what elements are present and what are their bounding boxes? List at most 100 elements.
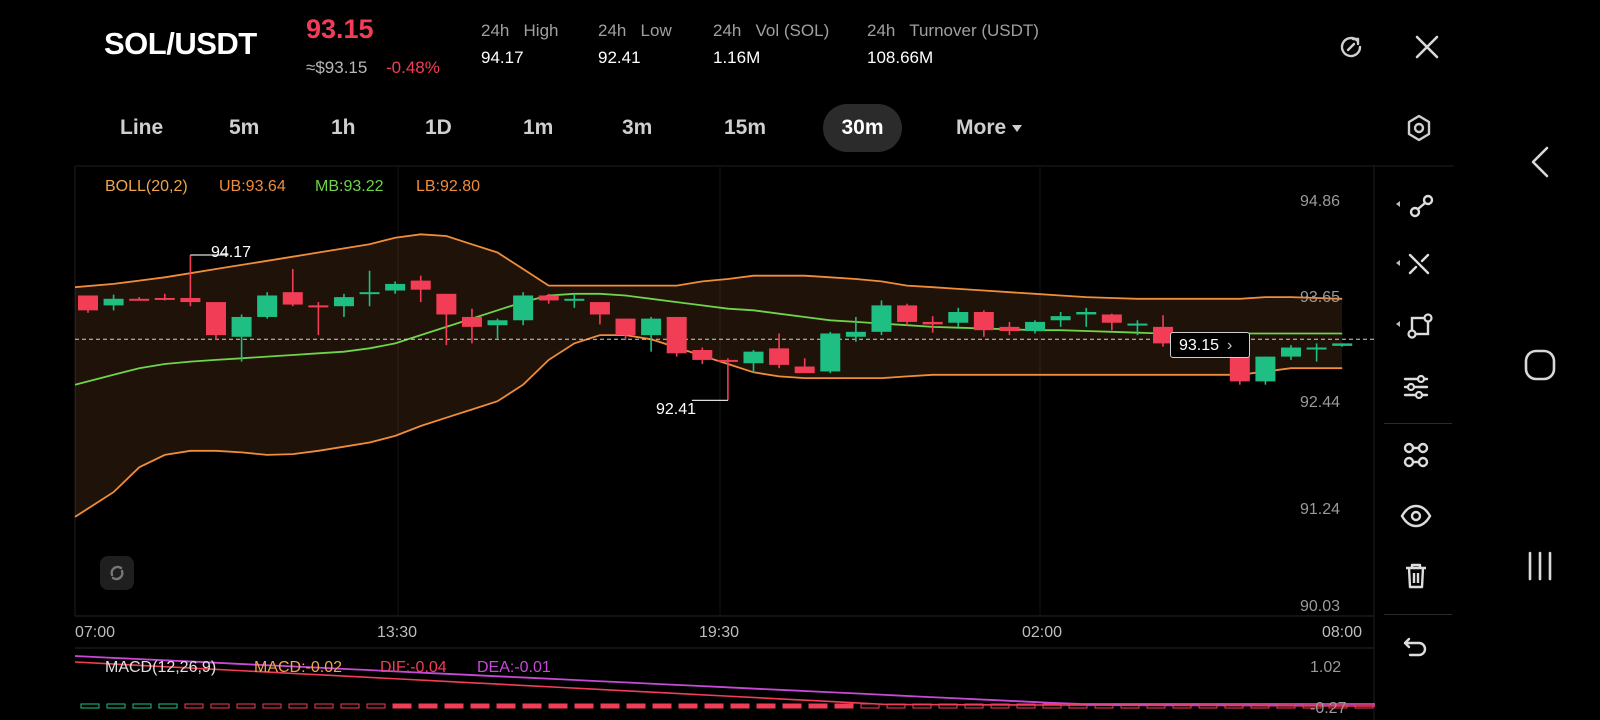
candle-body [308, 305, 329, 308]
macd-histogram-bar [288, 703, 308, 709]
x-tick: 02:00 [1022, 624, 1063, 641]
tab-5m[interactable]: 5m [213, 104, 275, 152]
chart-logo-icon[interactable] [100, 556, 134, 590]
chevron-right-icon: › [1227, 337, 1233, 354]
macd-histogram-bar [496, 703, 516, 709]
high-marker-label: 94.17 [211, 244, 252, 261]
candle-body [820, 333, 841, 372]
system-nav-bar [1480, 0, 1600, 720]
back-icon[interactable] [1480, 132, 1600, 192]
macd-histogram-bar [80, 703, 100, 709]
macd-histogram-bar [106, 703, 126, 709]
home-icon[interactable] [1480, 335, 1600, 395]
line-tool-icon[interactable] [1376, 178, 1456, 234]
tab-15m[interactable]: 15m [708, 104, 782, 152]
macd-histogram-bar [782, 703, 802, 709]
undo-icon[interactable] [1376, 619, 1456, 675]
shape-tool-icon[interactable] [1376, 298, 1456, 354]
candle-body [410, 280, 431, 290]
candle-body [999, 326, 1020, 331]
sliders-icon[interactable] [1376, 359, 1456, 415]
refresh-icon[interactable] [1336, 32, 1366, 62]
close-icon[interactable] [1412, 32, 1442, 62]
y-tick: 92.44 [1300, 394, 1341, 411]
tab-1d[interactable]: 1D [409, 104, 468, 152]
trash-icon[interactable] [1376, 548, 1456, 604]
recents-icon[interactable] [1480, 536, 1600, 596]
candle-body [666, 316, 687, 354]
candle-body [1050, 316, 1071, 321]
last-price: 93.15 [306, 14, 374, 44]
macd-histogram-bar [808, 703, 828, 709]
y-tick: 91.24 [1300, 501, 1341, 518]
candle-body [564, 298, 585, 301]
macd-histogram-bar [548, 703, 568, 709]
y-tick: 90.03 [1300, 598, 1341, 615]
macd-histogram-bar [158, 703, 178, 709]
last-price-tag[interactable]: 93.15 › [1170, 332, 1250, 358]
candle-body [794, 366, 815, 374]
macd-histogram-bar [210, 703, 230, 709]
candle-body [922, 321, 943, 325]
macd-histogram-bar [652, 703, 672, 709]
tab-30m[interactable]: 30m [823, 104, 902, 152]
tab-line[interactable]: Line [104, 104, 179, 152]
candle-body [205, 302, 226, 336]
stat-low-value: 92.41 [598, 48, 641, 67]
stat-vol-label: 24h Vol (SOL) [713, 21, 830, 40]
eye-icon[interactable] [1376, 488, 1456, 544]
tab-1h[interactable]: 1h [315, 104, 372, 152]
candle-body [897, 305, 918, 322]
candle-body [871, 305, 892, 332]
x-tick: 19:30 [699, 624, 740, 641]
candle-body [385, 283, 406, 291]
candle-body [487, 320, 508, 326]
tab-3m[interactable]: 3m [606, 104, 668, 152]
macd-histogram-bar [444, 703, 464, 709]
candle-body [78, 295, 98, 311]
last-price-tag-value: 93.15 [1179, 337, 1220, 354]
candle-body [1281, 347, 1302, 357]
tab-1m[interactable]: 1m [507, 104, 569, 152]
candle-body [692, 350, 713, 360]
macd-y-tick: -0.27 [1310, 700, 1347, 717]
candle-body [1101, 314, 1122, 323]
macd-histogram-bar [262, 703, 282, 709]
stat-turnover-value: 108.66M [867, 48, 934, 67]
candle-body [359, 292, 380, 295]
usd-price: ≈$93.15 [306, 58, 368, 77]
dif-legend: DIF:-0.04 [380, 659, 447, 676]
tab-more[interactable]: More [940, 104, 1038, 152]
candle-body [948, 312, 969, 323]
drawing-toolbar [1376, 170, 1456, 690]
x-tick: 07:00 [75, 624, 116, 641]
macd-histogram-bar [626, 703, 646, 709]
price-change: -0.48% [386, 58, 440, 77]
candle-body [973, 312, 994, 331]
candle-body [717, 359, 738, 362]
cross-line-tool-icon[interactable] [1376, 237, 1456, 293]
candle-body [1025, 321, 1046, 331]
candle-body [1127, 323, 1148, 326]
macd-histogram-bar [574, 703, 594, 709]
macd-histogram-bar [392, 703, 412, 709]
macd-legend: MACD(12,26,9) [105, 659, 217, 676]
macd-histogram-bar [756, 703, 776, 709]
indicator-tool-icon[interactable] [1376, 427, 1456, 483]
candle-body [1255, 356, 1276, 382]
macd-y-tick: 1.02 [1310, 659, 1342, 676]
pair-title: SOL/USDT [104, 26, 257, 61]
macd-histogram-bar [522, 703, 542, 709]
lb-legend: LB:92.80 [416, 178, 481, 195]
candle-body [333, 297, 354, 307]
macd-histogram-bar [340, 703, 360, 709]
candle-body [513, 295, 534, 321]
toolbar-divider [1384, 423, 1452, 424]
mb-legend: MB:93.22 [315, 178, 384, 195]
settings-hexagon-icon[interactable] [1404, 113, 1434, 143]
candle-body [282, 292, 303, 305]
stat-turnover-label: 24h Turnover (USDT) [867, 21, 1039, 40]
candle-body [231, 316, 252, 337]
candle-body [461, 316, 482, 327]
candle-body [538, 295, 559, 301]
